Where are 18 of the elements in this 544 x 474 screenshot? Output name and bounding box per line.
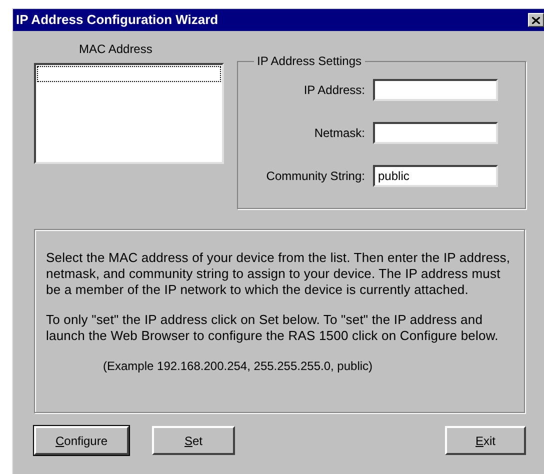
dialog-button[interactable]: Exit <box>445 426 526 455</box>
mac-address-list[interactable] <box>34 63 224 164</box>
close-button[interactable] <box>528 13 544 27</box>
info-paragraph: To only "set" the IP address click on Set below. To "set" the IP address and launch the Web Browser to configure the RAS 1500 click on Configure below. <box>46 312 500 344</box>
window-title: IP Address Configuration Wizard <box>16 11 218 30</box>
input-field[interactable] <box>373 122 498 144</box>
dialog-button[interactable]: Configure <box>34 426 129 455</box>
list-label: MAC Address <box>79 41 154 57</box>
example-text: (Example 192.168.200.254, 255.255.255.0, public) <box>103 358 374 374</box>
field-label: Netmask: <box>314 125 365 142</box>
field-label: Community String: <box>266 168 365 185</box>
field-label: IP Address: <box>304 82 365 99</box>
input-field[interactable] <box>373 79 498 101</box>
input-field[interactable]: public <box>373 165 498 187</box>
info-paragraph: Select the MAC address of your device from the list. Then enter the IP address, netmask, and community string to assign to your device. The IP address must be a member of the IP network to which the device is currently attached. <box>46 250 512 298</box>
close-icon <box>532 16 540 24</box>
group-title: IP Address Settings <box>256 53 363 70</box>
dialog-button[interactable]: Set <box>152 426 235 455</box>
